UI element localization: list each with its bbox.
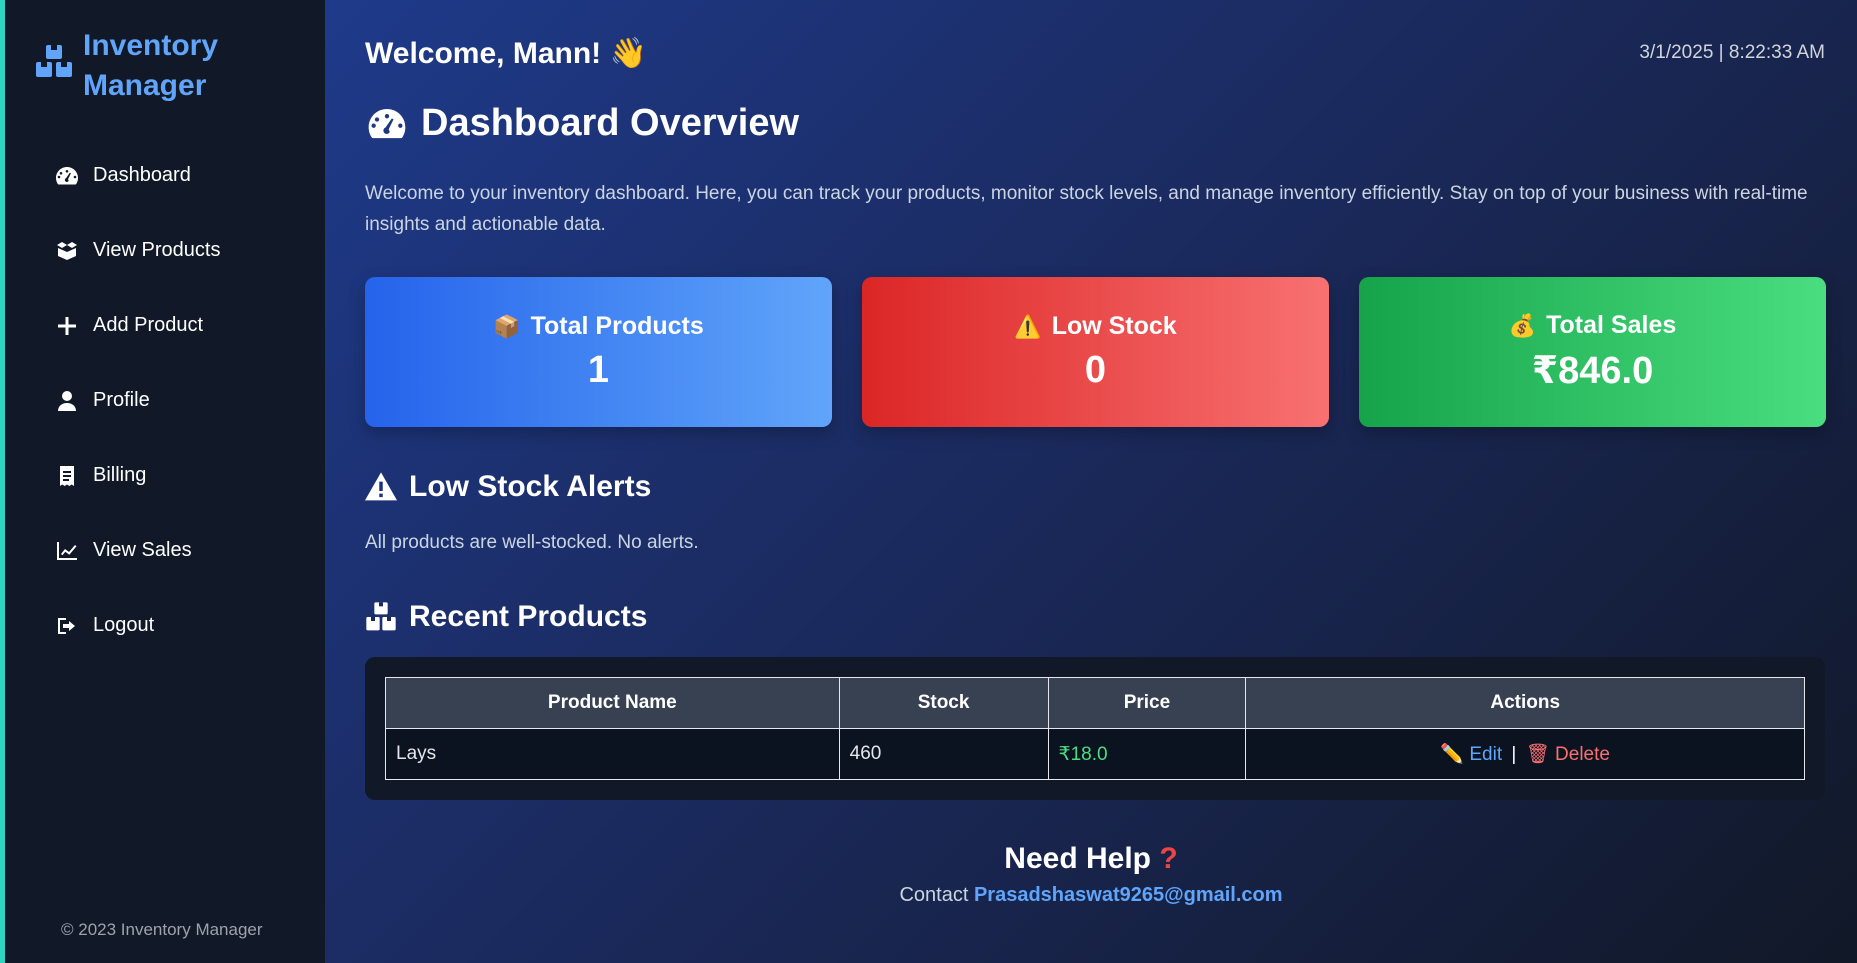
sidebar-item-profile[interactable]: Profile xyxy=(55,363,295,438)
contact-email-link[interactable]: Prasadshaswat9265@gmail.com xyxy=(974,884,1283,906)
datetime-display: 3/1/2025 | 8:22:33 AM xyxy=(1639,42,1825,63)
stat-cards: 📦 Total Products 1 ⚠️ Low Stock 0 💰 Tota… xyxy=(365,277,1826,427)
sidebar: Inventory Manager Dashboard View Product… xyxy=(5,0,325,963)
package-icon: 📦 xyxy=(493,313,521,339)
card-value: ₹846.0 xyxy=(1531,350,1654,392)
card-label-text: Total Products xyxy=(530,312,704,340)
column-header: Actions xyxy=(1245,677,1805,729)
help-title-text: Need Help xyxy=(1004,842,1152,875)
card-value: 0 xyxy=(1084,349,1107,391)
gauge-icon xyxy=(368,108,406,138)
card-value: 1 xyxy=(587,349,610,391)
help-contact: Contact Prasadshaswat9265@gmail.com xyxy=(325,884,1857,907)
action-separator: | xyxy=(1511,744,1517,765)
edit-button[interactable]: ✏️ Edit xyxy=(1440,744,1507,765)
warning-icon xyxy=(365,472,397,501)
contact-label: Contact xyxy=(899,884,969,906)
column-header: Price xyxy=(1047,677,1247,729)
brand-line-2: Manager xyxy=(83,69,207,102)
low-stock-alerts-heading: Low Stock Alerts xyxy=(365,470,651,504)
boxes-icon xyxy=(36,45,72,77)
sidebar-item-label: Add Product xyxy=(93,314,204,336)
trash-icon: 🗑 xyxy=(1525,744,1550,765)
help-title: Need Help ? xyxy=(325,842,1857,876)
sidebar-item-billing[interactable]: Billing xyxy=(55,438,295,513)
brand-title: Inventory Manager xyxy=(83,26,283,106)
recent-products-table: Product Name Stock Price Actions Lays 46… xyxy=(385,677,1805,780)
delete-button[interactable]: 🗑 Delete xyxy=(1520,744,1610,765)
column-header: Stock xyxy=(838,677,1049,729)
welcome-heading: Welcome, Mann! 👋 xyxy=(365,36,647,71)
page-title-text: Dashboard Overview xyxy=(421,102,800,144)
boxes-icon xyxy=(366,602,396,631)
gauge-icon xyxy=(56,166,78,184)
chart-line-icon xyxy=(57,541,77,560)
main-content: Welcome, Mann! 👋 3/1/2025 | 8:22:33 AM D… xyxy=(325,0,1857,963)
sidebar-item-add-product[interactable]: Add Product xyxy=(55,288,295,363)
sidebar-item-dashboard[interactable]: Dashboard xyxy=(55,138,295,213)
price-cell: ₹18.0 xyxy=(1047,728,1247,780)
sidebar-item-label: View Products xyxy=(93,239,221,261)
edit-label: Edit xyxy=(1469,744,1503,765)
table-header-row: Product Name Stock Price Actions xyxy=(385,677,1805,729)
sidebar-item-label: View Sales xyxy=(93,539,192,561)
sidebar-item-label: Dashboard xyxy=(93,164,191,186)
welcome-text: Welcome, Mann! xyxy=(365,37,602,70)
card-label-text: Total Sales xyxy=(1546,311,1677,339)
card-label: 💰 Total Sales xyxy=(1509,311,1677,340)
delete-label: Delete xyxy=(1555,744,1610,765)
user-icon xyxy=(58,390,76,411)
brand-line-1: Inventory xyxy=(83,29,219,62)
pencil-icon: ✏️ xyxy=(1440,744,1465,765)
sidebar-nav: Dashboard View Products Add Product Prof… xyxy=(55,138,295,663)
card-label: ⚠️ Low Stock xyxy=(1014,312,1176,341)
question-mark-icon: ? xyxy=(1159,842,1178,875)
recent-products-heading: Recent Products xyxy=(365,600,647,634)
receipt-icon xyxy=(60,465,74,486)
money-bag-icon: 💰 xyxy=(1508,312,1537,338)
box-icon xyxy=(57,241,77,260)
warning-icon: ⚠️ xyxy=(1014,313,1042,339)
page-title: Dashboard Overview xyxy=(365,102,799,145)
sidebar-item-logout[interactable]: Logout xyxy=(55,588,295,663)
logout-icon xyxy=(58,617,75,634)
help-section: Need Help ? Contact Prasadshaswat9265@gm… xyxy=(325,842,1857,907)
card-low-stock: ⚠️ Low Stock 0 xyxy=(862,277,1329,427)
section-title: Low Stock Alerts xyxy=(409,470,652,503)
recent-products-panel: Product Name Stock Price Actions Lays 46… xyxy=(365,657,1825,800)
card-label-text: Low Stock xyxy=(1051,312,1177,340)
product-name-cell: Lays xyxy=(385,728,840,780)
section-title: Recent Products xyxy=(409,600,648,633)
sidebar-item-view-products[interactable]: View Products xyxy=(55,213,295,288)
alerts-message: All products are well-stocked. No alerts… xyxy=(365,532,699,553)
table-row: Lays 460 ₹18.0 ✏️ Edit | 🗑 Delete xyxy=(385,728,1805,780)
sidebar-item-label: Billing xyxy=(93,464,147,486)
stock-cell: 460 xyxy=(838,728,1049,780)
sidebar-item-label: Profile xyxy=(93,389,150,411)
card-total-sales: 💰 Total Sales ₹846.0 xyxy=(1359,277,1826,427)
card-label: 📦 Total Products xyxy=(493,312,704,341)
column-header: Product Name xyxy=(385,677,840,729)
plus-icon xyxy=(58,316,76,335)
sidebar-footer: © 2023 Inventory Manager xyxy=(61,920,263,939)
sidebar-item-view-sales[interactable]: View Sales xyxy=(55,513,295,588)
actions-cell: ✏️ Edit | 🗑 Delete xyxy=(1245,728,1805,780)
brand[interactable]: Inventory Manager xyxy=(35,26,283,106)
sidebar-item-label: Logout xyxy=(93,614,155,636)
waving-hand-icon: 👋 xyxy=(609,37,647,70)
card-total-products: 📦 Total Products 1 xyxy=(365,277,832,427)
intro-text: Welcome to your inventory dashboard. Her… xyxy=(365,183,1808,235)
